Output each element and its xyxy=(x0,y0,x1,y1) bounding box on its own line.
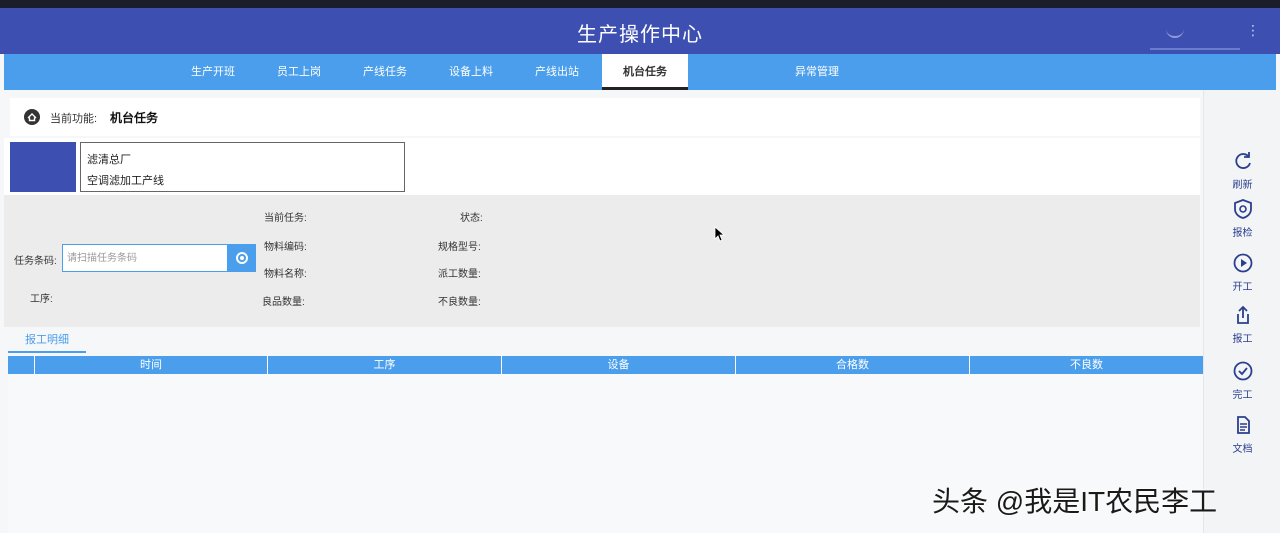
more-menu-icon[interactable]: ⋮ xyxy=(1246,22,1260,39)
task-barcode-label: 任务条码: xyxy=(14,256,57,267)
table-header: 时间 工序 设备 合格数 不良数 xyxy=(8,356,1203,374)
tab-hidden[interactable] xyxy=(688,54,774,90)
home-icon[interactable] xyxy=(24,109,40,125)
dispatch-qty-label: 派工数量: xyxy=(438,269,481,280)
app-title: 生产操作中心 xyxy=(577,24,703,46)
tab-line-exit[interactable]: 产线出站 xyxy=(514,54,600,90)
refresh-button[interactable]: 刷新 xyxy=(1204,150,1280,191)
watermark: 头条 @我是IT农民李工 xyxy=(932,486,1218,517)
status-label: 状态: xyxy=(460,213,483,224)
report-work-label: 报工 xyxy=(1232,334,1253,345)
tab-production-start[interactable]: 生产开班 xyxy=(170,54,256,90)
inspect-button[interactable]: 报检 xyxy=(1204,198,1280,239)
good-qty-label: 良品数量: xyxy=(262,297,305,308)
document-icon xyxy=(1236,416,1250,434)
progress-line xyxy=(1150,48,1240,50)
start-work-button[interactable]: 开工 xyxy=(1204,252,1280,293)
header-cell-select[interactable] xyxy=(8,356,34,374)
tab-equipment-loading[interactable]: 设备上料 xyxy=(428,54,514,90)
document-button[interactable]: 文档 xyxy=(1204,414,1280,455)
detail-tabs: 报工明细 xyxy=(4,327,1200,353)
header-cell-defective[interactable]: 不良数 xyxy=(969,356,1203,374)
top-strip xyxy=(0,0,1280,8)
inspect-label: 报检 xyxy=(1232,228,1253,239)
start-work-label: 开工 xyxy=(1232,282,1253,293)
document-label: 文档 xyxy=(1232,444,1253,455)
tab-machine-tasks[interactable]: 机台任务 xyxy=(602,54,688,90)
title-bar: 生产操作中心 ⋮ xyxy=(0,8,1280,54)
header-cell-process[interactable]: 工序 xyxy=(267,356,501,374)
upload-icon xyxy=(1236,305,1249,324)
refresh-label: 刷新 xyxy=(1232,180,1253,191)
mouse-cursor-icon xyxy=(714,226,726,242)
current-task-label: 当前任务: xyxy=(264,213,307,224)
current-function-value: 机台任务 xyxy=(110,111,159,125)
complete-button[interactable]: 完工 xyxy=(1204,360,1280,401)
spec-model-label: 规格型号: xyxy=(438,242,481,253)
factory-name: 滤清总厂 xyxy=(87,154,131,166)
line-name: 空调滤加工产线 xyxy=(87,175,164,187)
tab-exception-management[interactable]: 异常管理 xyxy=(774,54,860,90)
line-color-swatch xyxy=(10,142,76,192)
refresh-icon xyxy=(1234,152,1251,169)
line-info-box: 滤清总厂 空调滤加工产线 xyxy=(80,142,405,192)
scan-button[interactable] xyxy=(228,244,256,272)
task-barcode-input[interactable] xyxy=(62,244,228,272)
tab-report-detail[interactable]: 报工明细 xyxy=(8,327,86,353)
breadcrumb: 当前功能: 机台任务 xyxy=(10,98,1200,136)
current-function-label: 当前功能: xyxy=(50,113,98,125)
header-cell-time[interactable]: 时间 xyxy=(34,356,267,374)
header-cell-equipment[interactable]: 设备 xyxy=(501,356,735,374)
tab-staff-onboard[interactable]: 员工上岗 xyxy=(256,54,342,90)
report-work-button[interactable]: 报工 xyxy=(1204,304,1280,345)
process-label: 工序: xyxy=(30,294,53,305)
check-icon xyxy=(1233,361,1252,381)
task-form: 任务条码: 工序: 当前任务: 物料编码: 物料名称: 良品数量: 状态: 规格… xyxy=(4,195,1200,327)
inspect-icon xyxy=(1233,199,1252,219)
defect-qty-label: 不良数量: xyxy=(438,297,481,308)
header-cell-qualified[interactable]: 合格数 xyxy=(735,356,969,374)
main-nav: 生产开班 员工上岗 产线任务 设备上料 产线出站 机台任务 异常管理 xyxy=(4,54,1276,90)
action-sidebar: 刷新 报检 开工 报工 完工 文档 xyxy=(1203,90,1280,533)
line-info-bar: 滤清总厂 空调滤加工产线 xyxy=(4,138,1200,195)
material-name-label: 物料名称: xyxy=(264,269,307,280)
complete-label: 完工 xyxy=(1232,390,1253,401)
play-icon xyxy=(1233,253,1252,273)
material-code-label: 物料编码: xyxy=(264,242,307,253)
tab-line-tasks[interactable]: 产线任务 xyxy=(342,54,428,90)
